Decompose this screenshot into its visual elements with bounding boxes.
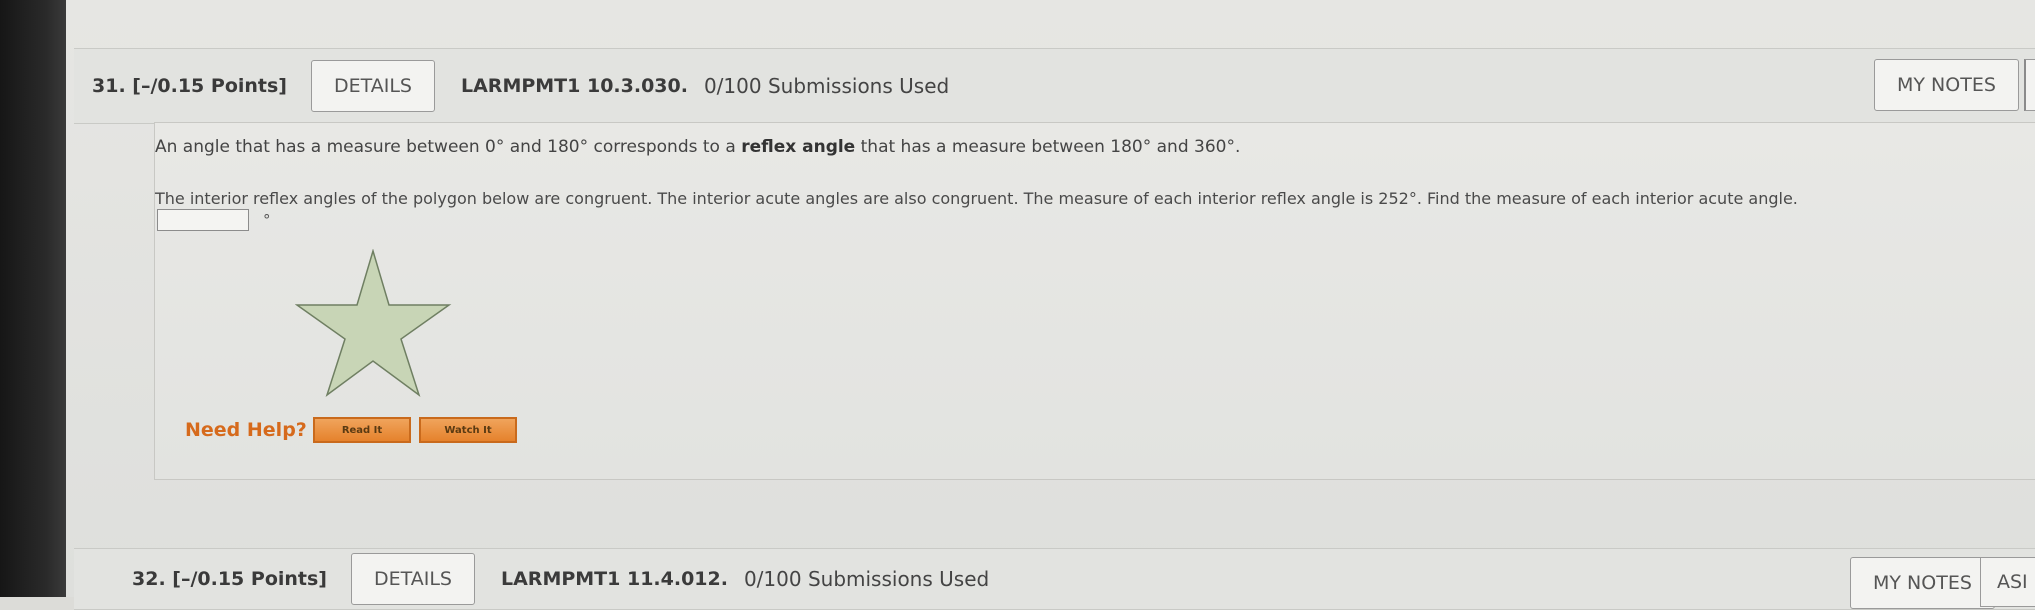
question-31-body: An angle that has a measure between 0° a… bbox=[154, 122, 2035, 480]
reflex-angle-definition: An angle that has a measure between 0° a… bbox=[155, 137, 1240, 157]
reflex-angle-term: reflex angle bbox=[741, 137, 856, 157]
question-32-header: 32. [–/0.15 Points] DETAILS LARMPMT1 11.… bbox=[74, 548, 2035, 610]
my-notes-button[interactable]: MY NOTES bbox=[1874, 59, 2019, 111]
star-polygon-figure bbox=[295, 249, 452, 397]
need-help-label: Need Help? bbox=[185, 419, 307, 441]
screen-bezel bbox=[0, 0, 66, 597]
degree-unit: ° bbox=[263, 211, 271, 229]
star-polygon bbox=[295, 249, 452, 397]
my-notes-button[interactable]: MY NOTES bbox=[1850, 557, 1995, 609]
question-31-header: 31. [–/0.15 Points] DETAILS LARMPMT1 10.… bbox=[74, 48, 2035, 124]
question-prompt: The interior reflex angles of the polygo… bbox=[155, 189, 1798, 208]
problem-code: LARMPMT1 10.3.030. bbox=[461, 75, 688, 97]
ask-your-teacher-button[interactable] bbox=[2024, 59, 2035, 111]
watch-it-button[interactable]: Watch It bbox=[419, 417, 517, 443]
question-32-points: 32. [–/0.15 Points] bbox=[132, 568, 327, 590]
intro-text-1: An angle that has a measure between 0° a… bbox=[155, 137, 742, 157]
question-31-points: 31. [–/0.15 Points] bbox=[92, 75, 287, 97]
answer-input[interactable] bbox=[157, 209, 249, 231]
details-button[interactable]: DETAILS bbox=[350, 553, 475, 605]
ask-your-teacher-button[interactable]: ASI bbox=[1980, 557, 2035, 607]
submissions-used: 0/100 Submissions Used bbox=[703, 74, 950, 98]
problem-code: LARMPMT1 11.4.012. bbox=[501, 568, 728, 590]
read-it-button[interactable]: Read It bbox=[313, 417, 411, 443]
details-button[interactable]: DETAILS bbox=[310, 60, 435, 112]
intro-text-2: that has a measure between 180° and 360°… bbox=[855, 137, 1241, 157]
submissions-used: 0/100 Submissions Used bbox=[743, 567, 990, 591]
